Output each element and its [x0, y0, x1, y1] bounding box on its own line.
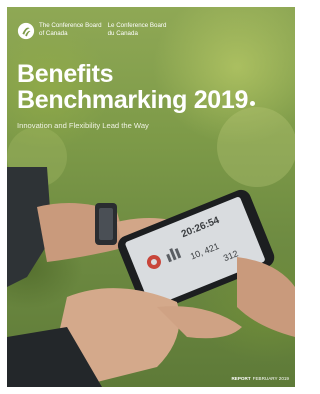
report-date: FEBRUARY 2019	[252, 376, 289, 381]
report-footer: REPORT FEBRUARY 2019	[231, 376, 289, 381]
conference-board-logo-icon	[17, 22, 35, 40]
title-line-2-wrap: Benchmarking 2019	[17, 86, 256, 114]
title-dot	[250, 101, 256, 106]
org-name-english: The Conference Board of Canada	[39, 22, 102, 37]
org-name-french: Le Conference Board du Canada	[108, 22, 167, 37]
report-cover: 20:26:54 10, 421 312 The Conference Boar…	[7, 7, 295, 387]
org-name-fr-line1: Le Conference Board	[107, 22, 167, 29]
report-title: Benefits Benchmarking 2019	[17, 60, 256, 114]
title-line-1: Benefits	[17, 60, 114, 88]
report-label: REPORT	[231, 376, 251, 381]
org-name-fr-line2: du Canada	[107, 29, 138, 37]
header-logo: The Conference Board of Canada Le Confer…	[17, 22, 172, 40]
title-line-2: Benchmarking 2019	[17, 86, 249, 114]
right-hand	[237, 257, 295, 337]
report-subtitle: Innovation and Flexibility Lead the Way	[17, 121, 149, 130]
org-name-en-line1: The Conference Board	[39, 22, 102, 29]
org-name-en-line2: of Canada	[39, 29, 68, 37]
